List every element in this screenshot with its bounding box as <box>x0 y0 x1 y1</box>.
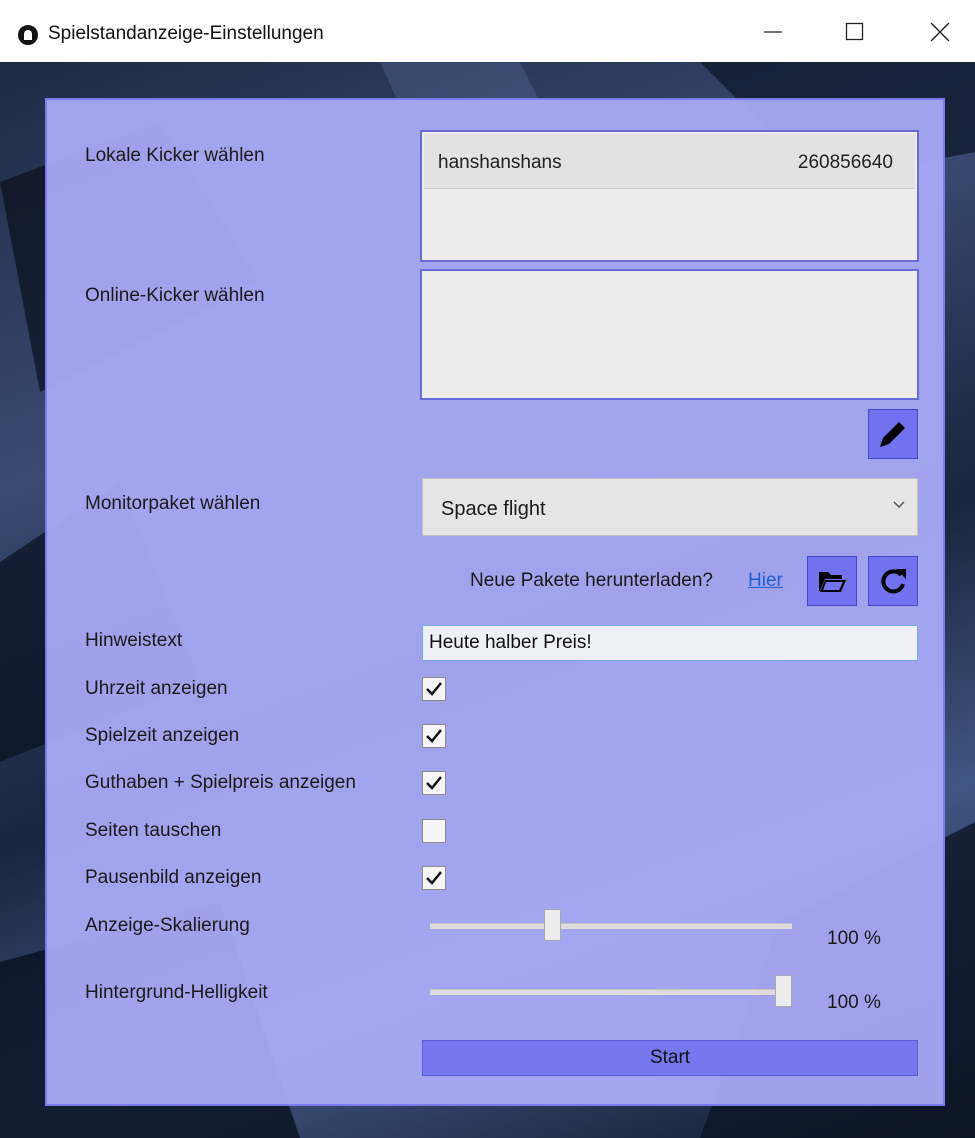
checkbox-spielzeit[interactable] <box>422 724 446 748</box>
hint-input[interactable] <box>422 625 918 661</box>
local-kicker-list[interactable]: hanshanshans 260856640 <box>420 130 919 262</box>
kicker-id: 260856640 <box>797 152 893 173</box>
maximize-icon <box>845 22 864 41</box>
checkbox-label-guthaben: Guthaben + Spielpreis anzeigen <box>85 772 356 793</box>
checkmark-icon <box>426 871 442 885</box>
edit-button[interactable] <box>868 409 918 459</box>
checkmark-icon <box>426 682 442 696</box>
refresh-icon <box>881 569 906 594</box>
pencil-icon <box>880 422 905 447</box>
window-title: Spielstandanzeige-Einstellungen <box>48 23 324 44</box>
checkbox-guthaben[interactable] <box>422 771 446 795</box>
checkbox-label-uhrzeit: Uhrzeit anzeigen <box>85 678 228 699</box>
download-link[interactable]: Hier <box>748 570 783 592</box>
checkbox-label-spielzeit: Spielzeit anzeigen <box>85 725 240 746</box>
checkbox-label-pausenbild: Pausenbild anzeigen <box>85 867 262 888</box>
monitor-label: Monitorpaket wählen <box>85 493 261 514</box>
scale-value: 100 % <box>827 928 881 949</box>
minimize-button[interactable] <box>743 0 803 62</box>
monitor-select[interactable]: Space flight <box>422 478 918 536</box>
hint-label: Hinweistext <box>85 630 183 651</box>
list-item[interactable]: hanshanshans 260856640 <box>424 134 915 189</box>
refresh-button[interactable] <box>868 556 918 606</box>
title-bar: Spielstandanzeige-Einstellungen <box>0 0 975 63</box>
checkbox-uhrzeit[interactable] <box>422 677 446 701</box>
scale-slider-track[interactable] <box>430 923 792 929</box>
minimize-icon <box>764 31 782 33</box>
close-icon <box>930 22 950 42</box>
open-folder-button[interactable] <box>807 556 857 606</box>
close-button[interactable] <box>910 0 970 62</box>
maximize-button[interactable] <box>825 0 885 62</box>
checkmark-icon <box>426 729 442 743</box>
brightness-value: 100 % <box>827 992 881 1013</box>
online-kicker-list[interactable] <box>420 269 919 400</box>
start-button[interactable]: Start <box>422 1040 918 1076</box>
checkmark-icon <box>426 776 442 790</box>
settings-panel: Lokale Kicker wählen hanshanshans 260856… <box>45 98 945 1106</box>
folder-open-icon <box>819 572 846 592</box>
brightness-slider-track[interactable] <box>430 989 792 995</box>
brightness-slider-thumb[interactable] <box>775 975 792 1007</box>
monitor-value: Space flight <box>441 498 546 520</box>
scale-slider-thumb[interactable] <box>543 909 561 941</box>
kicker-name: hanshanshans <box>438 152 562 173</box>
online-kicker-label: Online-Kicker wählen <box>85 285 265 306</box>
local-kicker-label: Lokale Kicker wählen <box>85 145 265 166</box>
brightness-label: Hintergrund-Helligkeit <box>85 982 268 1003</box>
app-icon <box>18 25 38 45</box>
chevron-down-icon <box>893 501 905 509</box>
checkbox-label-seiten: Seiten tauschen <box>85 820 222 841</box>
checkbox-pausenbild[interactable] <box>422 866 446 890</box>
scale-label: Anzeige-Skalierung <box>85 915 250 936</box>
checkbox-seiten[interactable] <box>422 819 446 843</box>
download-text: Neue Pakete herunterladen? <box>470 570 713 591</box>
